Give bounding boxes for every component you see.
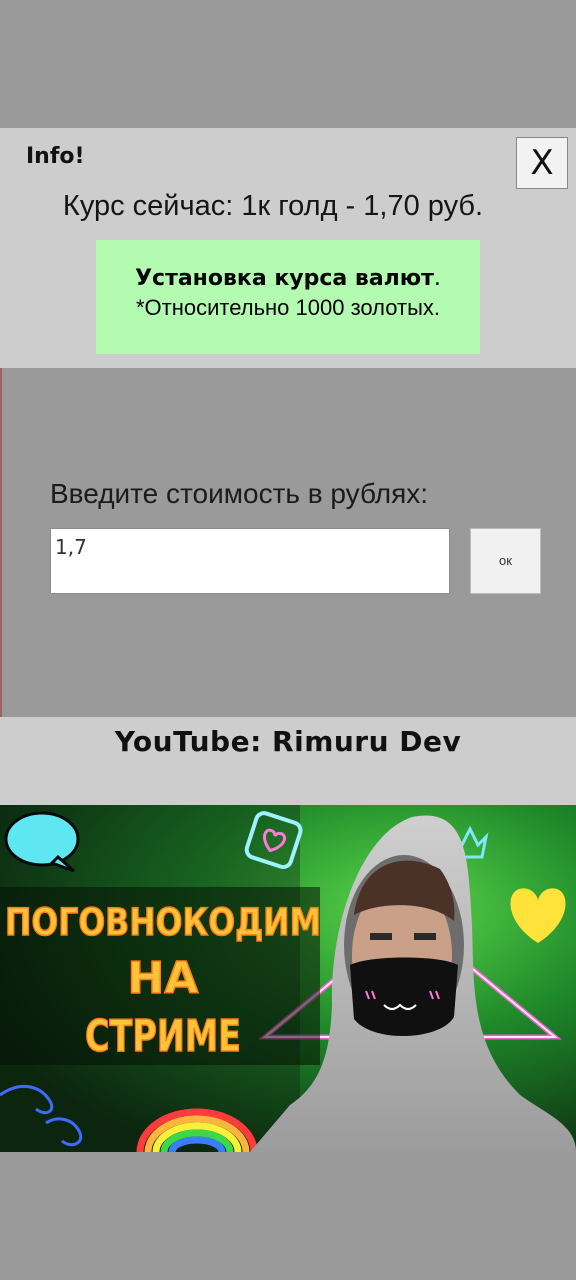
- dialog-title: Info!: [26, 144, 85, 169]
- headline-line-3: СТРИМЕ: [85, 1011, 241, 1062]
- notice-title: Установка курса валют.: [96, 266, 480, 291]
- exchange-rate-text: Курс сейчас: 1к голд - 1,70 руб.: [62, 190, 484, 222]
- left-edge-accent: [0, 368, 2, 718]
- price-prompt-label: Введите стоимость в рублях:: [50, 478, 429, 509]
- headline-line-2: НА: [128, 953, 199, 1004]
- youtube-strip: YouTube: Rimuru Dev: [0, 717, 576, 805]
- stream-thumbnail: ПОГОВНОКОДИМ НА СТРИМЕ: [0, 805, 576, 1152]
- close-button[interactable]: X: [516, 137, 568, 189]
- notice-subtitle: *Относительно 1000 золотых.: [135, 295, 441, 320]
- rate-notice-box: Установка курса валют. *Относительно 100…: [96, 240, 480, 354]
- notice-title-bold: Установка курса валют: [135, 266, 434, 291]
- headline-line-1: ПОГОВНОКОДИМ: [5, 901, 321, 944]
- info-dialog: Info! X Курс сейчас: 1к голд - 1,70 руб.…: [0, 128, 576, 368]
- youtube-channel-label: YouTube: Rimuru Dev: [114, 725, 462, 758]
- thumbnail-art: ПОГОВНОКОДИМ НА СТРИМЕ: [0, 805, 576, 1152]
- price-input[interactable]: 1,7: [50, 528, 450, 594]
- ok-button[interactable]: ок: [470, 528, 541, 594]
- notice-title-dot: .: [433, 266, 441, 291]
